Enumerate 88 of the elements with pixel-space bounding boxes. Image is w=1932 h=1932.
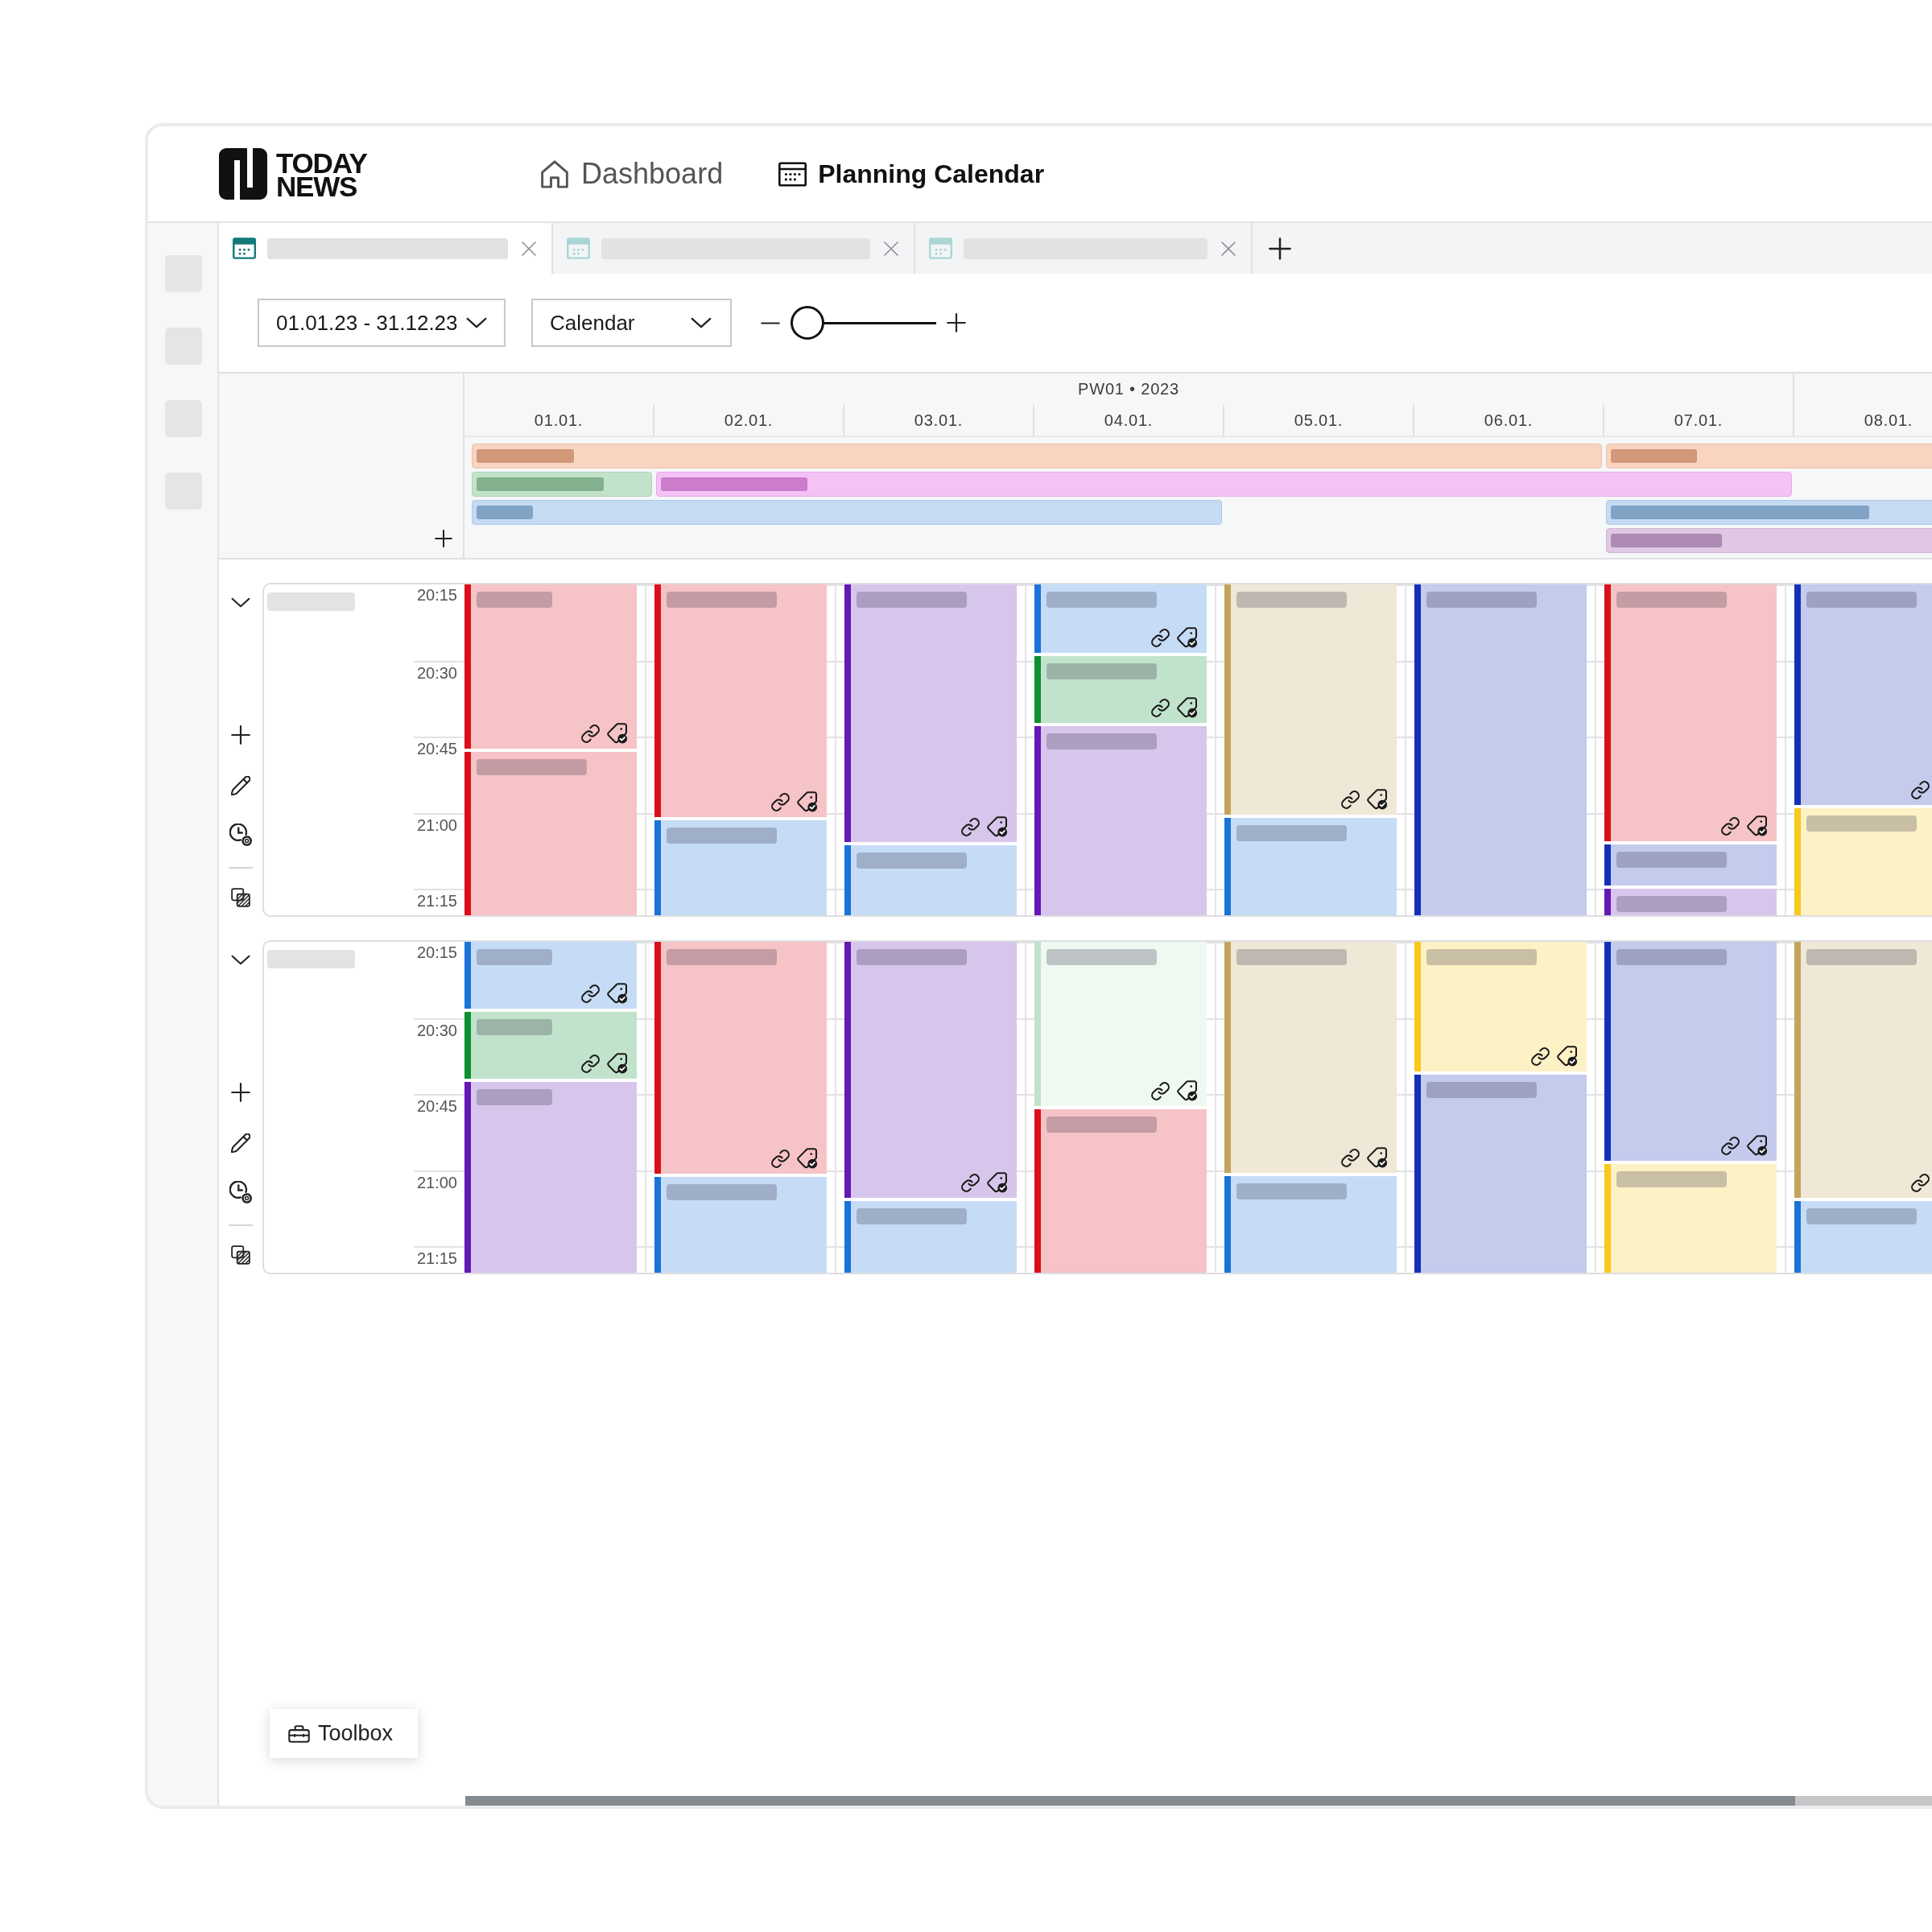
calendar-icon — [778, 161, 807, 187]
event-block[interactable] — [1224, 1176, 1397, 1273]
all-day-event-bar[interactable] — [472, 472, 652, 497]
all-day-event-bar[interactable] — [1606, 528, 1932, 553]
event-block[interactable] — [844, 942, 1017, 1198]
event-block[interactable] — [1604, 844, 1777, 886]
calendar-icon — [929, 237, 952, 259]
chevron-down-icon[interactable] — [231, 597, 250, 608]
event-block[interactable] — [1604, 942, 1777, 1161]
event-block[interactable] — [844, 1201, 1017, 1273]
nav-link[interactable]: Planning Calendar — [778, 159, 1045, 189]
event-block[interactable] — [1794, 1201, 1932, 1273]
time-label: 20:30 — [416, 663, 457, 682]
slider-thumb[interactable] — [791, 306, 824, 340]
day-label: 08.01. — [1864, 411, 1913, 430]
clock-gear-icon[interactable] — [229, 824, 252, 846]
all-day-event-bar[interactable] — [472, 500, 1222, 525]
view-dropdown[interactable]: Calendar — [531, 299, 732, 347]
event-block[interactable] — [844, 584, 1017, 842]
tab[interactable] — [219, 223, 553, 274]
plus-icon[interactable] — [947, 313, 966, 332]
day-label: 01.01. — [534, 411, 584, 430]
clock-gear-icon[interactable] — [229, 1181, 252, 1203]
event-block[interactable] — [1604, 889, 1777, 915]
event-block[interactable] — [844, 845, 1017, 915]
plus-icon[interactable] — [1269, 237, 1291, 260]
plus-icon[interactable] — [231, 1083, 250, 1102]
event-block[interactable] — [1604, 584, 1777, 841]
event-block[interactable] — [1034, 584, 1207, 653]
day-label: 04.01. — [1104, 411, 1154, 430]
day-label: 05.01. — [1294, 411, 1344, 430]
close-icon[interactable] — [883, 240, 899, 257]
event-block[interactable] — [1034, 1109, 1207, 1273]
event-block[interactable] — [654, 942, 827, 1174]
event-block[interactable] — [464, 584, 637, 749]
date-range-dropdown[interactable]: 01.01.23 - 31.12.23 — [258, 299, 506, 347]
layers-icon[interactable] — [231, 888, 250, 907]
plus-icon[interactable] — [435, 530, 452, 547]
minus-icon[interactable] — [761, 320, 780, 325]
time-label: 21:15 — [416, 892, 457, 910]
event-title-placeholder — [477, 506, 533, 519]
event-block[interactable] — [1414, 1075, 1587, 1273]
time-label: 21:15 — [416, 1249, 457, 1267]
time-label: 20:15 — [416, 586, 457, 604]
chevron-down-icon — [465, 317, 487, 328]
close-icon[interactable] — [521, 240, 537, 257]
time-label: 21:00 — [416, 1173, 457, 1191]
day-label: 06.01. — [1484, 411, 1534, 430]
plus-icon[interactable] — [231, 725, 250, 745]
time-label: 20:45 — [416, 1097, 457, 1115]
toolbox-icon — [288, 1724, 310, 1743]
chevron-down-icon[interactable] — [231, 955, 250, 965]
event-block[interactable] — [1414, 584, 1587, 915]
day-label: 07.01. — [1674, 411, 1724, 430]
close-icon[interactable] — [1220, 240, 1236, 257]
event-block[interactable] — [1224, 818, 1397, 915]
pencil-icon[interactable] — [231, 1133, 250, 1153]
all-day-event-bar[interactable] — [1606, 444, 1932, 469]
toolbox-button[interactable]: Toolbox — [270, 1709, 418, 1758]
layers-icon[interactable] — [231, 1245, 250, 1265]
event-block[interactable] — [464, 942, 637, 1009]
week-label: PW01 • 2023 — [1078, 380, 1179, 398]
event-block[interactable] — [1034, 726, 1207, 915]
event-block[interactable] — [464, 1012, 637, 1079]
event-block[interactable] — [464, 752, 637, 915]
chevron-down-icon — [691, 317, 712, 328]
nav-link[interactable]: Dashboard — [541, 157, 724, 191]
logo-mark-icon — [219, 148, 267, 200]
event-block[interactable] — [464, 1082, 637, 1273]
all-day-event-bar[interactable] — [472, 444, 1602, 469]
all-day-event-bar[interactable] — [656, 472, 1792, 497]
logo-text: TODAY NEWS — [276, 150, 367, 198]
day-label: 03.01. — [914, 411, 964, 430]
time-label: 21:00 — [416, 815, 457, 834]
calendar-icon — [567, 237, 590, 259]
all-day-event-bar[interactable] — [1606, 500, 1932, 525]
home-icon — [541, 159, 569, 188]
event-block[interactable] — [1034, 656, 1207, 723]
time-label: 20:45 — [416, 740, 457, 758]
event-block[interactable] — [1794, 584, 1932, 805]
pencil-icon[interactable] — [231, 776, 250, 795]
time-label: 20:15 — [416, 943, 457, 961]
day-label: 02.01. — [724, 411, 774, 430]
event-block[interactable] — [654, 820, 827, 915]
time-label: 20:30 — [416, 1021, 457, 1039]
calendar-icon — [233, 237, 256, 259]
event-block[interactable] — [654, 584, 827, 817]
event-block[interactable] — [654, 1177, 827, 1273]
